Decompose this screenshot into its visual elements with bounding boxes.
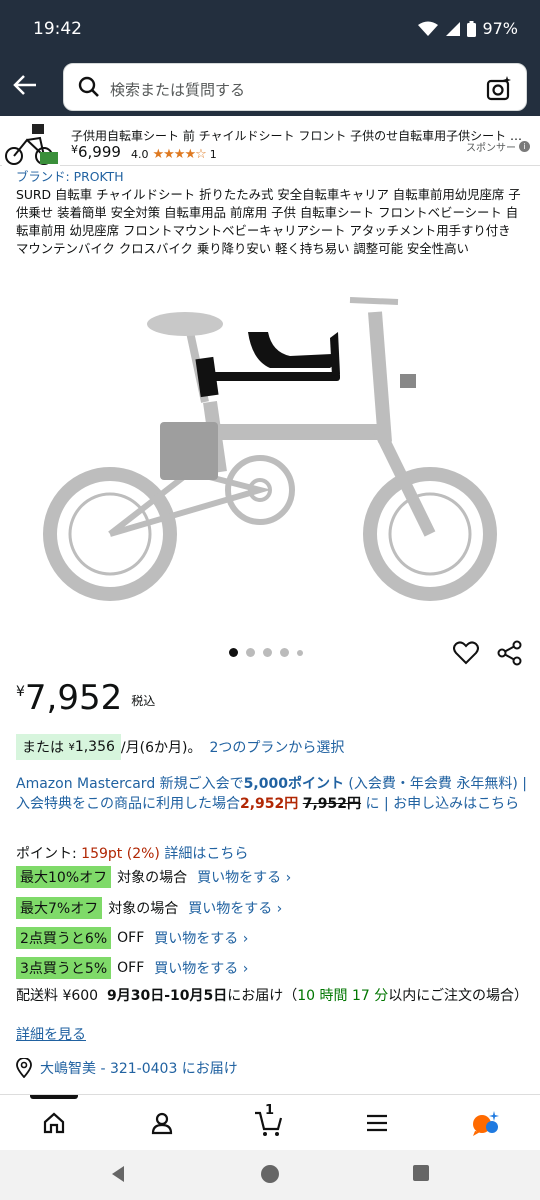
offer-badge: 最大7%オフ [16,897,103,919]
bottom-navigation: 1 [0,1094,540,1150]
status-bar: 19:42 97% [0,0,540,58]
product-bicycle-illustration [43,297,497,601]
offer-badge: 2点買うと6% [16,927,112,949]
menu-icon[interactable] [361,1107,393,1139]
carousel-dot[interactable] [280,648,289,657]
sponsored-product-title: 子供用自転車シート 前 チャイルドシート フロント 子供のせ自転車用子供シート … [71,129,531,143]
rufus-ai-icon[interactable] [469,1107,501,1139]
product-image[interactable] [40,272,500,612]
offer-badge: 3点買うと5% [16,957,112,979]
back-button[interactable] [10,70,40,100]
search-input[interactable]: 検索または質問する [63,63,527,111]
account-icon[interactable] [146,1107,178,1139]
status-icons: 97% [417,19,518,38]
carousel-dot[interactable] [297,649,303,656]
carousel-dot[interactable] [263,648,272,657]
home-icon[interactable] [38,1107,70,1139]
back-arrow-icon [13,75,36,95]
shop-now-link[interactable]: 買い物をする › [197,867,291,887]
star-rating-icon: ★★★★☆ [152,147,207,162]
carousel-dot[interactable] [246,648,255,657]
offer-row: 最大7%オフ 対象の場合 買い物をする › [16,897,282,919]
points-info: ポイント: 159pt (2%) 詳細はこちら [16,846,249,862]
carousel-dot[interactable] [229,648,238,657]
system-navigation-bar [0,1150,540,1200]
sponsored-product-banner[interactable]: 子供用自転車シート 前 チャイルドシート フロント 子供のせ自転車用子供シート … [0,117,540,166]
product-title-block: ブランド: PROKTH SURD 自転車 チャイルドシート 折りたたみ式 安全… [16,169,526,258]
camera-search-icon[interactable] [486,74,514,102]
installment-plans-link[interactable]: 2つのプランから選択 [209,737,344,757]
shop-now-link[interactable]: 買い物をする › [154,928,248,948]
installment-plan: または ¥1,356 /月(6か月)。 2つのプランから選択 [16,734,344,760]
deliver-to-address[interactable]: 大嶋智美 - 321-0403 にお届け [16,1058,238,1078]
image-carousel-dots[interactable] [229,648,303,657]
product-price: ¥ 7,952 税込 [16,678,156,718]
battery-percent: 97% [482,19,518,38]
sponsored-label[interactable]: スポンサー i [466,139,530,154]
share-icon[interactable] [497,640,523,670]
offer-row: 2点買うと6% OFF 買い物をする › [16,927,248,949]
info-icon: i [519,141,530,152]
location-pin-icon [16,1058,32,1078]
mastercard-promo[interactable]: Amazon Mastercard 新規ご入会で5,000ポイント (入会費・年… [16,774,528,814]
system-home-icon[interactable] [260,1164,280,1184]
wifi-icon [418,21,439,36]
signal-icon [446,21,461,36]
points-details-link[interactable]: 詳細はこちら [164,846,248,862]
battery-icon [467,20,477,37]
installment-badge: または ¥1,356 [16,734,121,760]
sponsored-product-price: ¥6,999 [71,143,121,161]
brand-link[interactable]: ブランド: PROKTH [16,168,526,186]
sponsored-product-rating: 4.0 ★★★★☆ 1 [131,147,217,162]
offer-badge: 最大10%オフ [16,866,112,888]
shop-now-link[interactable]: 買い物をする › [188,898,282,918]
offer-row: 最大10%オフ 対象の場合 買い物をする › [16,866,291,888]
cart-icon[interactable]: 1 [253,1103,285,1139]
offer-row: 3点買うと5% OFF 買い物をする › [16,957,248,979]
product-title: SURD 自転車 チャイルドシート 折りたたみ式 安全自転車キャリア 自転車前用… [16,187,521,256]
shipping-info: 配送料 ¥600 9月30日-10月5日にお届け（10 時間 17 分以内にご注… [16,988,528,1004]
system-back-icon[interactable] [108,1164,128,1184]
search-placeholder: 検索または質問する [110,81,246,99]
system-recents-icon[interactable] [412,1164,430,1182]
sponsored-product-thumbnail [2,118,60,166]
search-header: 検索または質問する [0,58,540,116]
shop-now-link[interactable]: 買い物をする › [154,958,248,978]
search-icon [78,76,99,97]
cart-count: 1 [265,1103,275,1118]
status-time: 19:42 [33,19,82,39]
shipping-details-link[interactable]: 詳細を見る [16,1024,86,1044]
active-tab-indicator [30,1095,78,1099]
wishlist-heart-icon[interactable] [453,640,479,670]
